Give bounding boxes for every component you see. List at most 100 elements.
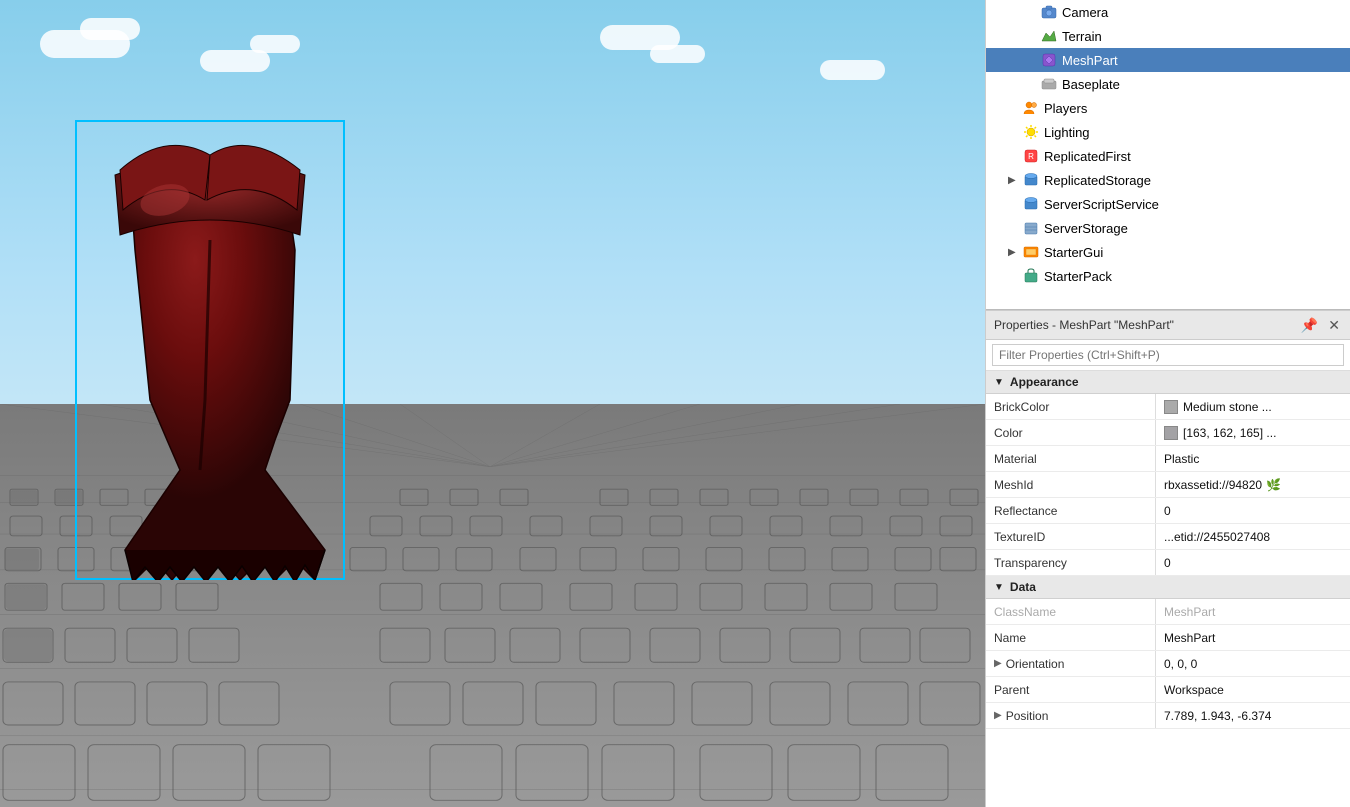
section-chevron: ▼ [994, 582, 1004, 593]
prop-value-color[interactable]: [163, 162, 165] ... [1156, 426, 1350, 440]
explorer-item-terrain[interactable]: Terrain [986, 24, 1350, 48]
section-chevron: ▼ [994, 377, 1004, 388]
explorer-label-lighting: Lighting [1044, 125, 1090, 140]
explorer-panel[interactable]: CameraTerrain MeshPart Baseplate Players Lig… [986, 0, 1350, 310]
prop-row-textureid[interactable]: TextureID...etid://2455027408 [986, 524, 1350, 550]
color-swatch [1164, 426, 1178, 440]
explorer-item-camera[interactable]: Camera [986, 0, 1350, 24]
prop-name-label: MeshId [986, 472, 1156, 497]
filter-bar [986, 340, 1350, 371]
prop-name-label: Color [986, 420, 1156, 445]
explorer-label-serverstorage: ServerStorage [1044, 221, 1128, 236]
properties-header: Properties - MeshPart "MeshPart" 📌 ✕ [986, 310, 1350, 340]
prop-row-reflectance[interactable]: Reflectance0 [986, 498, 1350, 524]
explorer-icon-starterpack [1022, 267, 1040, 285]
prop-value-meshid[interactable]: rbxassetid://94820 🌿 [1156, 478, 1350, 492]
explorer-arrow-startergui[interactable]: ▶ [1008, 247, 1022, 258]
explorer-item-startergui[interactable]: ▶StarterGui [986, 240, 1350, 264]
prop-name-label: Material [986, 446, 1156, 471]
explorer-label-meshpart: MeshPart [1062, 53, 1118, 68]
prop-name-label: BrickColor [986, 394, 1156, 419]
prop-name-label: Name [986, 625, 1156, 650]
expand-arrow[interactable]: ▶ [994, 658, 1002, 669]
prop-row-transparency[interactable]: Transparency0 [986, 550, 1350, 576]
explorer-label-players: Players [1044, 101, 1087, 116]
prop-value-classname: MeshPart [1156, 605, 1350, 619]
prop-section-data[interactable]: ▼ Data [986, 576, 1350, 599]
cloud [250, 35, 300, 53]
prop-name-label: ▶Orientation [986, 651, 1156, 676]
color-value-text: Medium stone ... [1183, 400, 1272, 414]
explorer-item-starterpack[interactable]: StarterPack [986, 264, 1350, 288]
explorer-icon-serverscriptservice [1022, 195, 1040, 213]
prop-value-transparency[interactable]: 0 [1156, 556, 1350, 570]
prop-name-label: Parent [986, 677, 1156, 702]
prop-row-classname[interactable]: ClassNameMeshPart [986, 599, 1350, 625]
prop-value-parent[interactable]: Workspace [1156, 683, 1350, 697]
explorer-label-starterpack: StarterPack [1044, 269, 1112, 284]
explorer-icon-startergui [1022, 243, 1040, 261]
explorer-label-baseplate: Baseplate [1062, 77, 1120, 92]
explorer-icon-terrain [1040, 27, 1058, 45]
prop-row-material[interactable]: MaterialPlastic [986, 446, 1350, 472]
prop-row-meshid[interactable]: MeshId rbxassetid://94820 🌿 [986, 472, 1350, 498]
prop-name-label: TextureID [986, 524, 1156, 549]
cloud [200, 50, 270, 72]
section-label: Data [1010, 580, 1036, 594]
cloud [650, 45, 705, 63]
color-value-text: [163, 162, 165] ... [1183, 426, 1276, 440]
prop-row-orientation[interactable]: ▶Orientation0, 0, 0 [986, 651, 1350, 677]
explorer-item-serverstorage[interactable]: ServerStorage [986, 216, 1350, 240]
prop-row-position[interactable]: ▶Position7.789, 1.943, -6.374 [986, 703, 1350, 729]
prop-value-orientation[interactable]: 0, 0, 0 [1156, 657, 1350, 671]
explorer-icon-lighting [1022, 123, 1040, 141]
explorer-item-replicatedstorage[interactable]: ▶ ReplicatedStorage [986, 168, 1350, 192]
expand-arrow[interactable]: ▶ [994, 710, 1002, 721]
explorer-label-replicatedstorage: ReplicatedStorage [1044, 173, 1151, 188]
explorer-item-lighting[interactable]: Lighting [986, 120, 1350, 144]
explorer-icon-camera [1040, 3, 1058, 21]
mesh-id-icon[interactable]: 🌿 [1266, 478, 1281, 492]
prop-row-brickcolor[interactable]: BrickColor Medium stone ... [986, 394, 1350, 420]
explorer-arrow-replicatedstorage[interactable]: ▶ [1008, 175, 1022, 186]
color-swatch [1164, 400, 1178, 414]
prop-value-reflectance[interactable]: 0 [1156, 504, 1350, 518]
filter-input[interactable] [992, 344, 1344, 366]
explorer-item-baseplate[interactable]: Baseplate [986, 72, 1350, 96]
cloud [80, 18, 140, 40]
properties-body: ▼ Appearance BrickColor Medium stone ... Col… [986, 371, 1350, 807]
robe-svg [75, 120, 345, 580]
prop-value-brickcolor[interactable]: Medium stone ... [1156, 400, 1350, 414]
explorer-item-players[interactable]: Players [986, 96, 1350, 120]
prop-section-appearance[interactable]: ▼ Appearance [986, 371, 1350, 394]
cloud [820, 60, 885, 80]
explorer-icon-players [1022, 99, 1040, 117]
mesh-object [75, 120, 345, 580]
explorer-icon-replicatedstorage [1022, 171, 1040, 189]
prop-row-name[interactable]: NameMeshPart [986, 625, 1350, 651]
close-button[interactable]: ✕ [1326, 317, 1342, 334]
prop-value-textureid[interactable]: ...etid://2455027408 [1156, 530, 1350, 544]
mesh-id-text: rbxassetid://94820 [1164, 478, 1262, 492]
properties-actions: 📌 ✕ [1299, 317, 1342, 334]
prop-value-name[interactable]: MeshPart [1156, 631, 1350, 645]
explorer-icon-baseplate [1040, 75, 1058, 93]
explorer-icon-replicatedfirst: R [1022, 147, 1040, 165]
prop-name-label: Transparency [986, 550, 1156, 575]
right-panel: CameraTerrain MeshPart Baseplate Players Lig… [985, 0, 1350, 807]
prop-name-label: Reflectance [986, 498, 1156, 523]
section-label: Appearance [1010, 375, 1079, 389]
explorer-item-serverscriptservice[interactable]: ServerScriptService [986, 192, 1350, 216]
properties-title: Properties - MeshPart "MeshPart" [994, 318, 1174, 332]
pin-button[interactable]: 📌 [1299, 317, 1320, 334]
prop-name-label: ClassName [986, 599, 1156, 624]
explorer-label-serverscriptservice: ServerScriptService [1044, 197, 1159, 212]
explorer-label-replicatedfirst: ReplicatedFirst [1044, 149, 1131, 164]
prop-row-parent[interactable]: ParentWorkspace [986, 677, 1350, 703]
prop-value-position[interactable]: 7.789, 1.943, -6.374 [1156, 709, 1350, 723]
prop-row-color[interactable]: Color [163, 162, 165] ... [986, 420, 1350, 446]
explorer-item-meshpart[interactable]: MeshPart [986, 48, 1350, 72]
explorer-item-replicatedfirst[interactable]: R ReplicatedFirst [986, 144, 1350, 168]
prop-value-material[interactable]: Plastic [1156, 452, 1350, 466]
prop-name-label: ▶Position [986, 703, 1156, 728]
